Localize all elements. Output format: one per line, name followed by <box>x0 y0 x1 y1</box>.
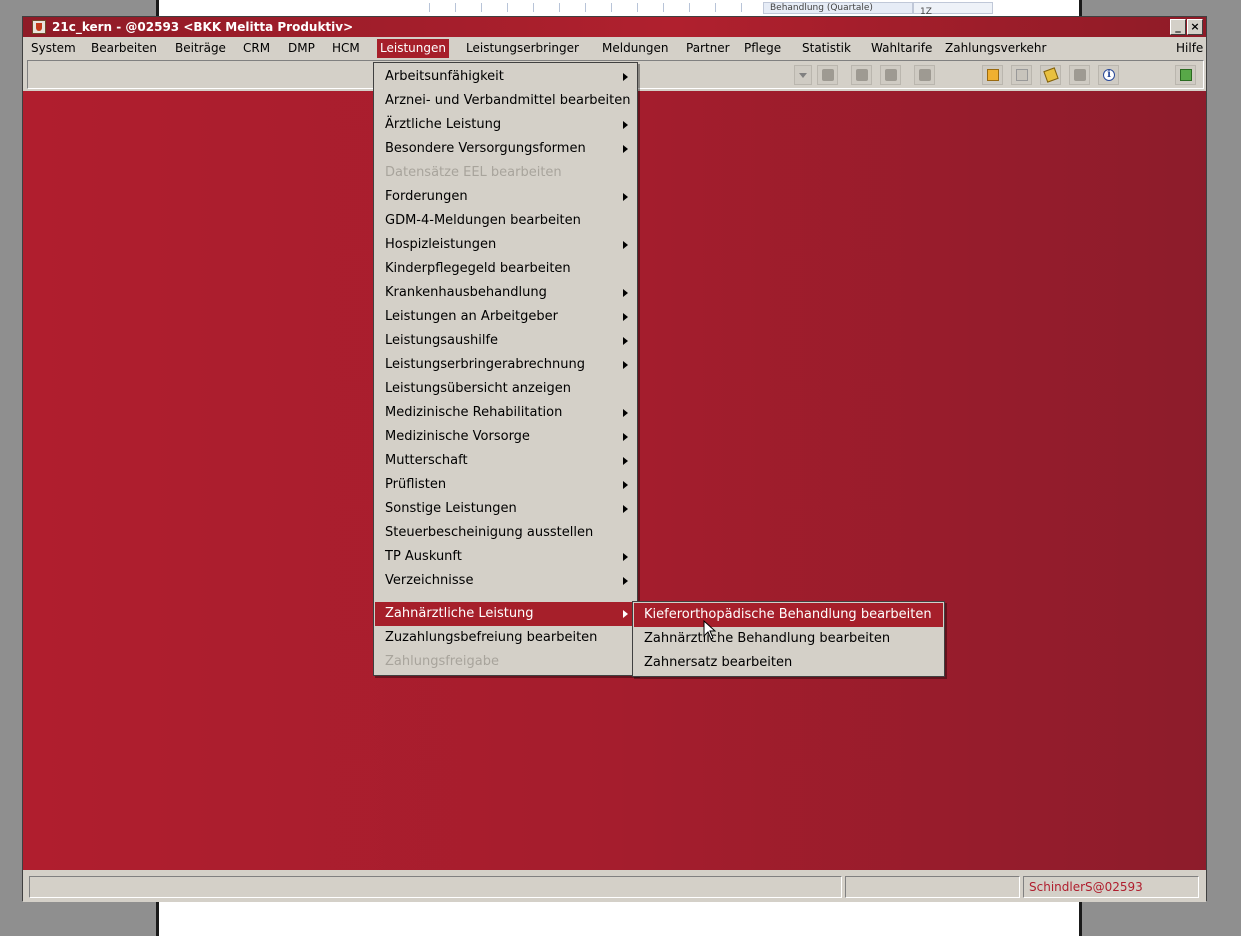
submenu-item-zahnaerztliche-behandlung[interactable]: Zahnärztliche Behandlung bearbeiten <box>634 627 943 651</box>
submenu-arrow-icon <box>623 145 628 153</box>
submenu-arrow-icon <box>623 577 628 585</box>
notes-icon[interactable] <box>1011 65 1032 85</box>
submenu-arrow-icon <box>623 73 628 81</box>
menu-partner[interactable]: Partner <box>683 39 733 58</box>
menu-item-arbeitsunfaehigkeit[interactable]: Arbeitsunfähigkeit <box>375 65 636 89</box>
status-bar: SchindlerS@02593 <box>23 870 1206 902</box>
menu-item-verzeichnisse[interactable]: Verzeichnisse <box>375 569 636 593</box>
submenu-arrow-icon <box>623 553 628 561</box>
menu-hcm[interactable]: HCM <box>329 39 363 58</box>
menu-item-kinderpflegegeld[interactable]: Kinderpflegegeld bearbeiten <box>375 257 636 281</box>
submenu-item-zahnersatz[interactable]: Zahnersatz bearbeiten <box>634 651 943 675</box>
exit-icon[interactable] <box>1175 65 1196 85</box>
menu-zahlungsverkehr[interactable]: Zahlungsverkehr <box>942 39 1049 58</box>
menu-beitraege[interactable]: Beiträge <box>172 39 229 58</box>
menu-item-medizinische-vorsorge[interactable]: Medizinische Vorsorge <box>375 425 636 449</box>
menu-dmp[interactable]: DMP <box>285 39 318 58</box>
submenu-arrow-icon <box>623 505 628 513</box>
back-icon[interactable] <box>851 65 872 85</box>
menu-hilfe[interactable]: Hilfe <box>1173 39 1206 58</box>
menu-leistungen[interactable]: Leistungen <box>377 39 449 58</box>
menu-meldungen[interactable]: Meldungen <box>599 39 672 58</box>
menu-bearbeiten[interactable]: Bearbeiten <box>88 39 160 58</box>
menu-item-arznei-verbandmittel[interactable]: Arznei- und Verbandmittel bearbeiten <box>375 89 636 113</box>
title-bar[interactable]: 21c_kern - @02593 <BKK Melitta Produktiv… <box>23 17 1206 37</box>
menu-item-gdm-meldungen[interactable]: GDM-4-Meldungen bearbeiten <box>375 209 636 233</box>
leistungen-menu: Arbeitsunfähigkeit Arznei- und Verbandmi… <box>373 62 638 676</box>
menu-crm[interactable]: CRM <box>240 39 273 58</box>
menu-item-leistungserbringerabrechnung[interactable]: Leistungserbringerabrechnung <box>375 353 636 377</box>
menu-item-zuzahlungsbefreiung[interactable]: Zuzahlungsbefreiung bearbeiten <box>375 626 636 650</box>
menu-item-tp-auskunft[interactable]: TP Auskunft <box>375 545 636 569</box>
menu-item-sonstige-leistungen[interactable]: Sonstige Leistungen <box>375 497 636 521</box>
menu-item-zahnaerztliche-leistung[interactable]: Zahnärztliche Leistung <box>375 602 636 626</box>
submenu-arrow-icon <box>623 121 628 129</box>
java-app-icon <box>32 20 46 34</box>
menu-item-prueflisten[interactable]: Prüflisten <box>375 473 636 497</box>
menu-system[interactable]: System <box>28 39 79 58</box>
info-icon[interactable]: i <box>1098 65 1119 85</box>
submenu-item-kieferorthopaedische-behandlung[interactable]: Kieferorthopädische Behandlung bearbeite… <box>634 603 943 627</box>
submenu-arrow-icon <box>623 409 628 417</box>
menu-item-leistungsuebersicht[interactable]: Leistungsübersicht anzeigen <box>375 377 636 401</box>
menu-statistik[interactable]: Statistik <box>799 39 854 58</box>
close-button[interactable]: × <box>1187 19 1203 35</box>
menu-item-leistungen-arbeitgeber[interactable]: Leistungen an Arbeitgeber <box>375 305 636 329</box>
background-strip-label: Behandlung (Quartale) <box>763 2 913 14</box>
menu-item-steuerbescheinigung[interactable]: Steuerbescheinigung ausstellen <box>375 521 636 545</box>
submenu-arrow-icon <box>623 361 628 369</box>
dropdown-icon[interactable] <box>794 65 812 85</box>
submenu-arrow-icon <box>623 457 628 465</box>
menu-item-hospizleistungen[interactable]: Hospizleistungen <box>375 233 636 257</box>
zahnaerztliche-submenu: Kieferorthopädische Behandlung bearbeite… <box>632 601 945 677</box>
menu-bar: System Bearbeiten Beiträge CRM DMP HCM L… <box>23 37 1206 59</box>
background-strip-box: 1Z <box>913 2 993 17</box>
menu-item-forderungen[interactable]: Forderungen <box>375 185 636 209</box>
menu-wahltarife[interactable]: Wahltarife <box>868 39 935 58</box>
calculator-icon[interactable] <box>817 65 838 85</box>
submenu-arrow-icon <box>623 313 628 321</box>
menu-item-krankenhausbehandlung[interactable]: Krankenhausbehandlung <box>375 281 636 305</box>
submenu-arrow-icon <box>623 289 628 297</box>
window-title: 21c_kern - @02593 <BKK Melitta Produktiv… <box>52 20 354 34</box>
submenu-arrow-icon <box>623 433 628 441</box>
submenu-arrow-icon <box>623 193 628 201</box>
menu-item-besondere-versorgungsformen[interactable]: Besondere Versorgungsformen <box>375 137 636 161</box>
menu-item-leistungsaushilfe[interactable]: Leistungsaushilfe <box>375 329 636 353</box>
submenu-arrow-icon <box>623 241 628 249</box>
status-field-main <box>29 876 842 898</box>
menu-item-mutterschaft[interactable]: Mutterschaft <box>375 449 636 473</box>
status-field-secondary <box>845 876 1020 898</box>
print-icon[interactable] <box>1069 65 1090 85</box>
submenu-arrow-icon <box>623 337 628 345</box>
menu-item-zahlungsfreigabe: Zahlungsfreigabe <box>385 654 499 669</box>
forward-icon[interactable] <box>914 65 935 85</box>
menu-item-medizinische-rehabilitation[interactable]: Medizinische Rehabilitation <box>375 401 636 425</box>
menu-leistungserbringer[interactable]: Leistungserbringer <box>463 39 582 58</box>
clipboard-icon[interactable] <box>982 65 1003 85</box>
tag-icon[interactable] <box>1040 65 1061 85</box>
submenu-arrow-icon <box>623 481 628 489</box>
status-user: SchindlerS@02593 <box>1023 876 1199 898</box>
back-all-icon[interactable] <box>880 65 901 85</box>
menu-item-datensaetze-eel: Datensätze EEL bearbeiten <box>385 165 562 180</box>
minimize-button[interactable]: _ <box>1170 19 1186 35</box>
submenu-arrow-icon <box>623 610 628 618</box>
menu-pflege[interactable]: Pflege <box>741 39 784 58</box>
menu-item-aerztliche-leistung[interactable]: Ärztliche Leistung <box>375 113 636 137</box>
window-controls: _ × <box>1170 19 1203 35</box>
